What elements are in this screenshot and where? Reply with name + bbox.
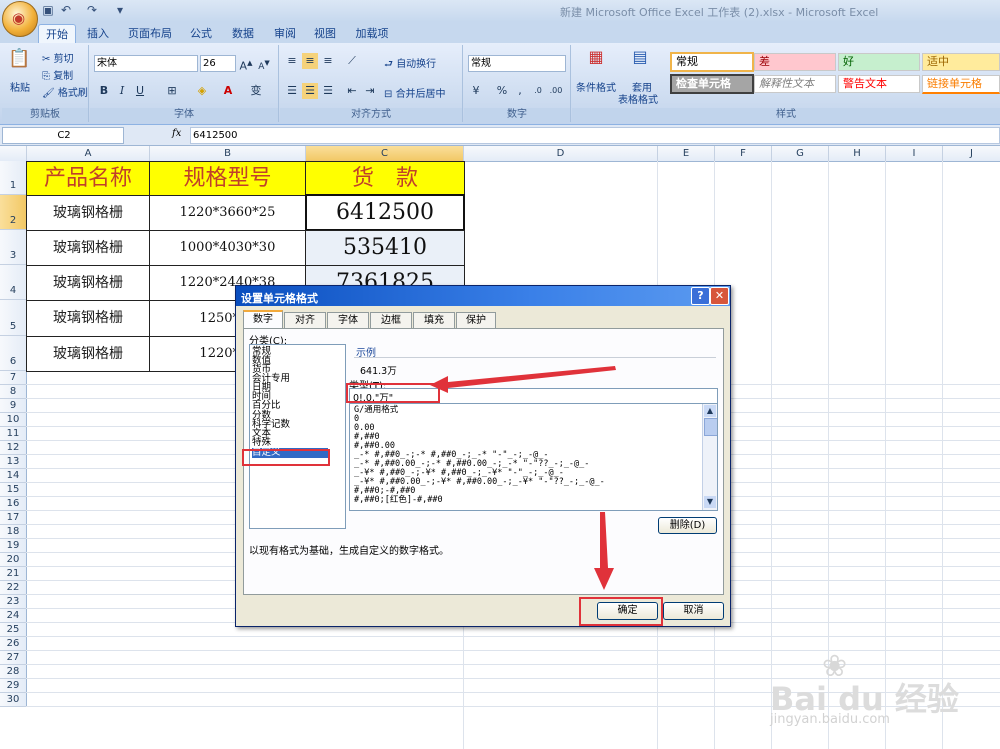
office-button[interactable]: ◉ (2, 1, 38, 37)
arrow-to-ok-icon (594, 512, 614, 590)
watermark-url: jingyan.baidu.com (770, 712, 890, 727)
baidu-watermark: ❀ Bai du 经验 jingyan.baidu.com (770, 650, 980, 745)
annotation-arrows (430, 366, 616, 590)
arrow-to-type-icon (430, 366, 616, 393)
